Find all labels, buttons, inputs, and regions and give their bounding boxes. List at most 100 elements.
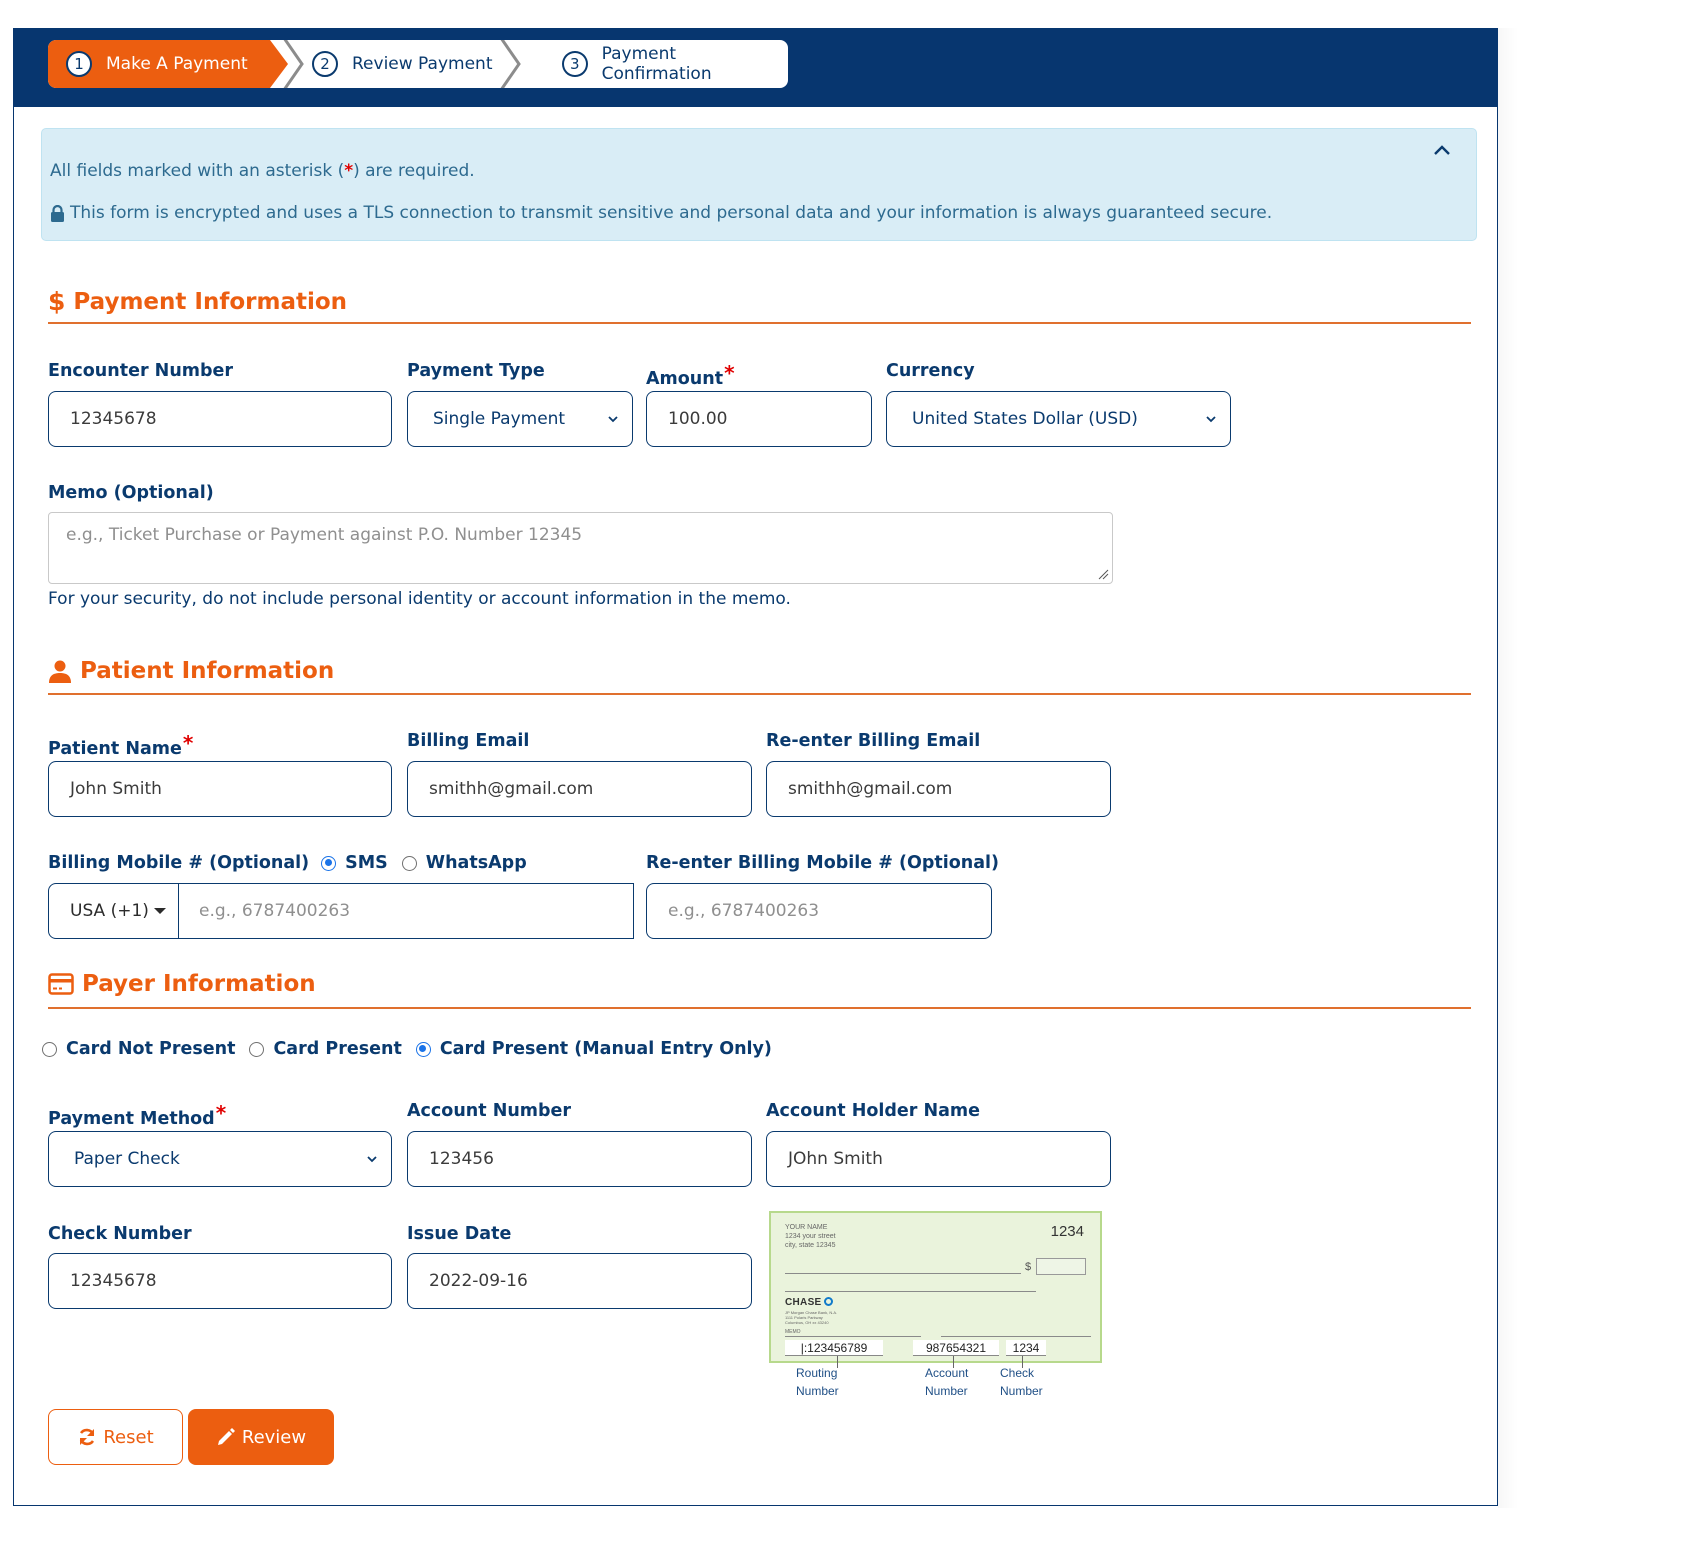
card-present-option[interactable]: Card Present — [249, 1039, 402, 1059]
step-payment-confirmation: 3 Payment Confirmation — [536, 40, 788, 88]
refresh-icon — [80, 1428, 95, 1446]
country-code-dropdown[interactable]: USA (+1) — [49, 884, 179, 938]
chase-octagon-icon — [823, 1297, 833, 1306]
lock-icon — [51, 204, 64, 222]
reenter-billing-mobile-input[interactable]: e.g., 6787400263 — [646, 883, 992, 939]
issue-date-label: Issue Date — [407, 1224, 512, 1244]
billing-mobile-field: USA (+1) e.g., 6787400263 — [48, 883, 634, 939]
card-present-radio[interactable] — [249, 1041, 265, 1057]
check-number-label: Check Number — [48, 1224, 192, 1244]
whatsapp-radio[interactable] — [401, 855, 417, 871]
account-number-caption: Account Number — [925, 1366, 969, 1398]
check-name: YOUR NAME 1234 your street city, state 1… — [785, 1224, 836, 1249]
amount-input[interactable]: 100.00 — [646, 391, 872, 447]
sms-radio-option[interactable]: SMS — [321, 853, 388, 873]
resize-handle-icon[interactable] — [1097, 568, 1109, 580]
account-number-label: Account Number — [407, 1101, 572, 1121]
chevron-down-icon — [367, 1156, 377, 1163]
required-notice: All fields marked with an asterisk (*) a… — [50, 161, 475, 181]
step-label: Payment Confirmation — [601, 44, 712, 84]
check-corner-number: 1234 — [1050, 1223, 1084, 1240]
amount-box — [1036, 1258, 1086, 1275]
encounter-number-label: Encounter Number — [48, 361, 234, 381]
card-present-manual-option[interactable]: Card Present (Manual Entry Only) — [415, 1039, 772, 1059]
whatsapp-radio-option[interactable]: WhatsApp — [401, 853, 527, 873]
step-number: 1 — [66, 51, 92, 77]
step-make-a-payment: 1 Make A Payment — [48, 40, 288, 88]
sms-radio[interactable] — [321, 855, 337, 871]
section-divider — [48, 322, 1471, 324]
account-holder-name-input[interactable]: JOhn Smith — [766, 1131, 1111, 1187]
reenter-billing-email-label: Re-enter Billing Email — [766, 731, 981, 751]
step-number: 2 — [312, 51, 338, 77]
chevron-down-icon — [1206, 416, 1216, 423]
currency-select[interactable]: United States Dollar (USD) — [886, 391, 1231, 447]
patient-name-label: Patient Name* — [48, 731, 194, 759]
card-present-manual-radio[interactable] — [415, 1041, 431, 1057]
payment-type-select[interactable]: Single Payment — [407, 391, 633, 447]
payment-method-label: Payment Method* — [48, 1101, 227, 1129]
encounter-number-input[interactable]: 12345678 — [48, 391, 392, 447]
pencil-icon — [217, 1428, 235, 1445]
section-divider — [48, 693, 1471, 695]
patient-name-input[interactable]: John Smith — [48, 761, 392, 817]
step-separator-icon — [500, 40, 521, 88]
routing-number-caption: Routing Number — [796, 1366, 839, 1398]
required-asterisk: * — [215, 1101, 227, 1125]
review-button[interactable]: Review — [188, 1409, 334, 1465]
bank-logo: CHASE — [785, 1297, 833, 1308]
section-divider — [48, 1007, 1471, 1009]
billing-mobile-label-row: Billing Mobile # (Optional) SMS WhatsApp — [48, 853, 527, 873]
memo-label: Memo (Optional) — [48, 483, 214, 503]
billing-email-input[interactable]: smithh@gmail.com — [407, 761, 752, 817]
dollar-icon: $ — [48, 287, 66, 316]
check-number-input[interactable]: 12345678 — [48, 1253, 392, 1309]
step-label: Make A Payment — [106, 54, 248, 74]
payment-method-select[interactable]: Paper Check — [48, 1131, 392, 1187]
account-number-input[interactable]: 123456 — [407, 1131, 752, 1187]
card-not-present-radio[interactable] — [42, 1041, 57, 1057]
signature-line — [941, 1336, 1091, 1337]
reenter-billing-email-input[interactable]: smithh@gmail.com — [766, 761, 1111, 817]
check-number-caption: Check Number — [1000, 1366, 1043, 1398]
memo-placeholder: e.g., Ticket Purchase or Payment against… — [66, 525, 583, 545]
amount-label: Amount* — [646, 361, 735, 389]
memo-line — [785, 1336, 921, 1337]
required-asterisk: * — [344, 161, 354, 181]
bank-address: JP Morgan Chase Bank, N.A. 1111 Polaris … — [785, 1310, 838, 1325]
step-label: Review Payment — [352, 54, 493, 74]
issue-date-input[interactable]: 2022-09-16 — [407, 1253, 752, 1309]
credit-card-icon — [48, 973, 74, 995]
dollar-sign: $ — [1025, 1261, 1032, 1273]
info-notice: All fields marked with an asterisk (*) a… — [41, 128, 1477, 241]
check-number-micr: 1234 — [1006, 1340, 1046, 1356]
card-mode-radio-group: Card Not Present Card Present Card Prese… — [42, 1039, 786, 1059]
billing-email-label: Billing Email — [407, 731, 530, 751]
panel-shadow — [1498, 28, 1518, 1508]
chevron-up-icon[interactable] — [1430, 139, 1454, 163]
payee-line — [785, 1273, 1021, 1274]
card-not-present-option[interactable]: Card Not Present — [42, 1039, 235, 1059]
payment-information-heading: $ Payment Information — [48, 287, 348, 316]
required-asterisk: * — [182, 731, 194, 755]
reset-button[interactable]: Reset — [48, 1409, 183, 1465]
chevron-down-icon — [608, 416, 618, 423]
patient-information-heading: Patient Information — [48, 658, 334, 684]
required-asterisk: * — [724, 361, 735, 385]
account-holder-name-label: Account Holder Name — [766, 1101, 981, 1121]
payer-information-heading: Payer Information — [48, 971, 316, 997]
caret-down-icon — [153, 908, 166, 914]
amount-words-line — [785, 1291, 1036, 1292]
billing-mobile-input[interactable]: e.g., 6787400263 — [179, 884, 633, 938]
step-review-payment: 2 Review Payment — [298, 40, 492, 88]
reenter-billing-mobile-label: Re-enter Billing Mobile # (Optional) — [646, 853, 1000, 873]
sample-check-image: YOUR NAME 1234 your street city, state 1… — [769, 1211, 1102, 1363]
account-number-micr: 987654321 — [913, 1340, 999, 1356]
user-icon — [48, 659, 72, 683]
security-notice: This form is encrypted and uses a TLS co… — [50, 203, 1272, 223]
payment-type-label: Payment Type — [407, 361, 545, 381]
memo-textarea[interactable]: e.g., Ticket Purchase or Payment against… — [48, 512, 1113, 584]
currency-label: Currency — [886, 361, 975, 381]
progress-stepper: 1 Make A Payment 2 Review Payment 3 Paym… — [48, 40, 788, 88]
routing-number-micr: |:123456789 — [785, 1340, 883, 1356]
